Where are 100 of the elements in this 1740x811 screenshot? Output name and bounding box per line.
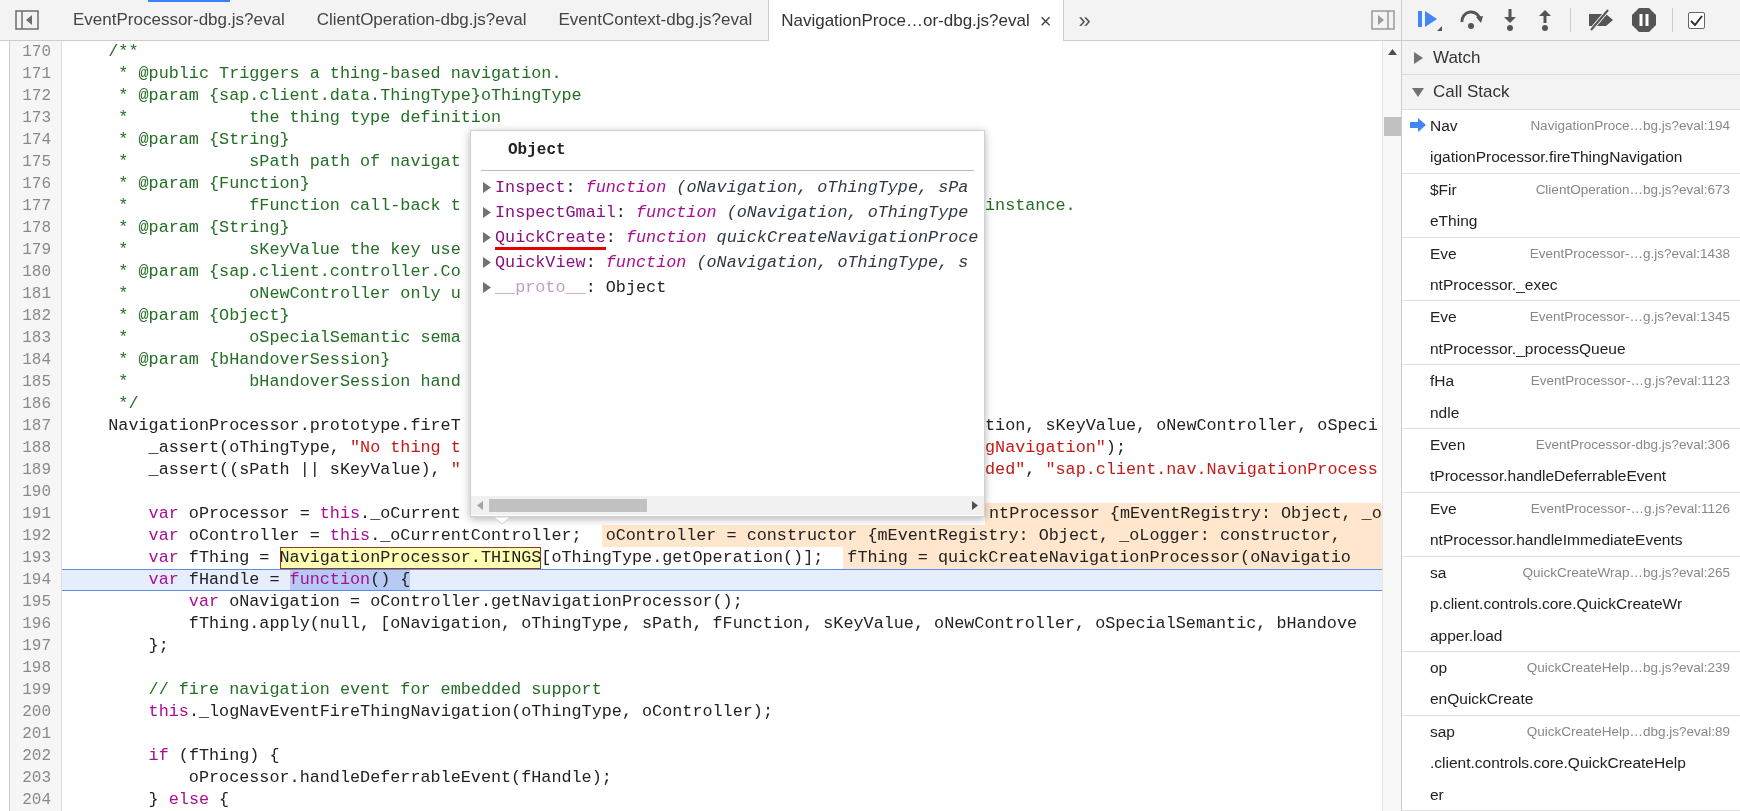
- frame-name: p.client.controls.core.QuickCreateWr: [1430, 594, 1683, 615]
- code-text: * the thing type definition: [118, 107, 502, 129]
- frame-location[interactable]: QuickCreateHelp…bg.js?eval:239: [1526, 651, 1730, 684]
- code-text: if (fThing) {: [148, 745, 280, 767]
- scrollbar-thumb[interactable]: [1383, 117, 1401, 136]
- code-text: gNavigation");: [985, 437, 1126, 459]
- frame-location[interactable]: EventProcessor-…g.js?eval:1123: [1530, 365, 1730, 397]
- line-number: 187: [21, 416, 51, 437]
- frame-location[interactable]: EventProcessor-…g.js?eval:1126: [1530, 492, 1730, 525]
- code-text: */: [118, 393, 139, 415]
- call-frame[interactable]: Nav NavigationProce…bg.js?eval:194 igationProcessor.fireThingNavigation: [1402, 110, 1740, 174]
- property-text: __proto__: Object: [495, 276, 667, 299]
- line-number: 184: [21, 350, 51, 371]
- scroll-up-icon[interactable]: [1387, 49, 1397, 55]
- code-text: /**: [108, 41, 139, 63]
- step-over-icon[interactable]: [1459, 10, 1485, 30]
- more-tabs-button[interactable]: »: [1078, 3, 1091, 37]
- sidebar-toggle-icon[interactable]: [1371, 10, 1395, 30]
- frame-location[interactable]: EventProcessor-…g.js?eval:1438: [1529, 237, 1730, 270]
- frame-name: op: [1430, 657, 1448, 678]
- resume-icon[interactable]: [1416, 8, 1444, 32]
- code-text: * oNewController only u: [118, 283, 461, 305]
- line-number: 202: [21, 746, 51, 767]
- frame-name: Nav: [1430, 116, 1458, 136]
- property-text: Inspect: function (oNavigation, oThingType, sPa: [495, 176, 969, 199]
- expand-triangle-icon[interactable]: [483, 207, 491, 218]
- line-number: 197: [21, 636, 51, 657]
- line-number: 173: [21, 108, 51, 129]
- code-text: instance.: [985, 195, 1076, 217]
- frame-name: ntProcessor._exec: [1430, 275, 1558, 296]
- frame-location[interactable]: EventProcessor-dbg.js?eval:306: [1535, 429, 1730, 461]
- code-text: _assert((sPath || sKeyValue), ": [148, 459, 461, 481]
- checkbox[interactable]: [1688, 11, 1705, 29]
- code-text: NavigationProcessor.prototype.fireT: [108, 415, 461, 437]
- frame-location[interactable]: QuickCreateHelp…dbg.js?eval:89: [1526, 715, 1730, 748]
- code-text: * fFunction call-back t: [118, 195, 461, 217]
- frame-name: tProcessor.handleDeferrableEvent: [1430, 466, 1667, 487]
- line-number: 191: [21, 504, 51, 525]
- expand-triangle-icon[interactable]: [483, 182, 491, 193]
- code-text: * @param {Function}: [118, 173, 310, 195]
- line-number: 199: [21, 680, 51, 701]
- frame-name: ntProcessor.handleImmediateEvents: [1430, 530, 1683, 551]
- sidebar-toggle-icon[interactable]: [15, 10, 39, 30]
- line-number: 175: [21, 152, 51, 173]
- property-text: QuickView: function (oNavigation, oThingType, s: [495, 251, 969, 274]
- property-text: QuickCreate: function quickCreateNavigationProce: [495, 224, 979, 251]
- line-number: 176: [21, 174, 51, 195]
- pause-on-exceptions-icon[interactable]: [1631, 7, 1657, 33]
- call-frame[interactable]: fHa EventProcessor-…g.js?eval:1123 ndle: [1402, 365, 1740, 430]
- frame-location[interactable]: ClientOperation…bg.js?eval:673: [1535, 173, 1730, 206]
- frame-name: Eve: [1430, 307, 1457, 328]
- frame-location[interactable]: EventProcessor-…g.js?eval:1345: [1529, 301, 1730, 333]
- line-number: 177: [21, 196, 51, 217]
- property-text: InspectGmail: function (oNavigation, oThingType: [495, 201, 969, 224]
- expand-triangle-icon[interactable]: [483, 257, 491, 268]
- frame-name: igationProcessor.fireThingNavigation: [1430, 147, 1683, 168]
- code-text: * @param {sap.client.controller.Co: [118, 261, 461, 283]
- call-frame[interactable]: Eve EventProcessor-…g.js?eval:1438 ntProcessor._exec: [1402, 237, 1740, 302]
- frame-name: fHa: [1430, 371, 1455, 392]
- line-number: 185: [21, 372, 51, 393]
- call-frame[interactable]: $Fir ClientOperation…bg.js?eval:673 eThing: [1402, 173, 1740, 238]
- code-text: var fHandle =: [148, 570, 281, 590]
- horizontal-scrollbar[interactable]: [471, 496, 984, 515]
- call-frame[interactable]: Even EventProcessor-dbg.js?eval:306 tProcessor.handleDeferrableEvent: [1402, 429, 1740, 493]
- code-text: * @public Triggers a thing-based navigation.: [118, 63, 562, 85]
- frame-name: er: [1430, 784, 1444, 805]
- frame-name: Eve: [1430, 243, 1457, 264]
- vertical-scrollbar[interactable]: [1382, 41, 1401, 811]
- code-text: var oNavigation = oController.getNavigationProcessor();: [188, 591, 743, 613]
- code-text: };: [148, 635, 169, 657]
- code-text: fThing.apply(null, [oNavigation, oThingType, sPath, fFunction, sKeyValue, oNewController, oSpecialSemantic, bHandove: [188, 613, 1358, 635]
- line-number: 198: [21, 658, 51, 679]
- file-tab[interactable]: EventProcessor-dbg.js?eval: [57, 0, 301, 40]
- code-text: [oThingType.getOperation()];: [541, 547, 824, 569]
- code-text: * sPath path of navigat: [118, 151, 461, 173]
- frame-location[interactable]: QuickCreateWrap…bg.js?eval:265: [1522, 556, 1730, 589]
- section-header[interactable]: Call Stack: [1402, 75, 1740, 110]
- inline-value: ntProcessor {mEventRegistry: Object, _o: [985, 503, 1382, 525]
- section-header[interactable]: Watch: [1402, 41, 1740, 75]
- line-number: 192: [21, 526, 51, 547]
- close-icon[interactable]: ×: [1039, 10, 1052, 31]
- file-tab[interactable]: EventContext-dbg.js?eval: [542, 0, 769, 40]
- expand-triangle-icon: [1412, 51, 1424, 64]
- code-text: * sKeyValue the key use: [118, 239, 461, 261]
- expand-triangle-icon[interactable]: [483, 232, 491, 243]
- frame-location[interactable]: NavigationProce…bg.js?eval:194: [1530, 110, 1730, 142]
- frame-name: ntProcessor._processQueue: [1430, 338, 1626, 359]
- frame-name: enQuickCreate: [1430, 689, 1534, 710]
- scroll-right-icon[interactable]: [972, 501, 978, 510]
- line-number: 179: [21, 240, 51, 261]
- file-tab[interactable]: NavigationProce…or-dbg.js?eval ×: [768, 0, 1065, 41]
- expand-triangle-icon[interactable]: [483, 282, 491, 293]
- code-text: * @param {String}: [118, 217, 290, 239]
- line-number: 195: [21, 592, 51, 613]
- code-text: var oProcessor = this._oCurrent: [148, 503, 461, 525]
- file-tab[interactable]: ClientOperation-dbg.js?eval: [300, 0, 543, 40]
- call-frame[interactable]: sap QuickCreateHelp…dbg.js?eval:89 .client.controls.core.QuickCreateHelp er: [1402, 715, 1740, 811]
- selected-text: function() {: [289, 570, 411, 590]
- code-text: * oSpecialSemantic sema: [118, 327, 461, 349]
- code-text: * @param {String}: [118, 129, 290, 151]
